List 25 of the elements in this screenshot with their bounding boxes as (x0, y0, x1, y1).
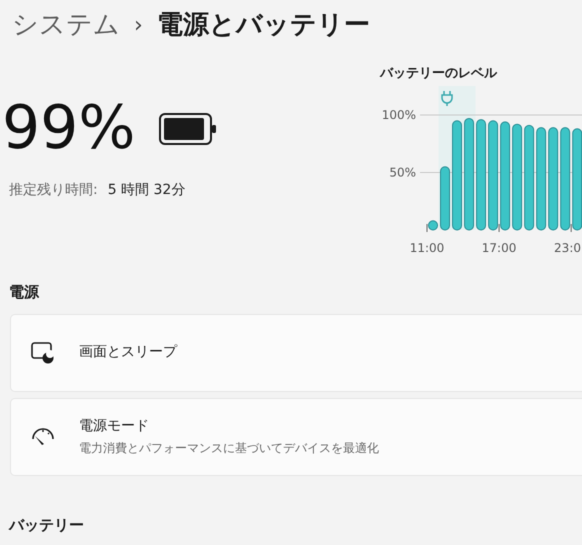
y-axis-label: 100% (382, 108, 416, 122)
y-axis-label: 50% (389, 166, 416, 180)
x-axis-label: 17:00 (482, 241, 516, 255)
display-moon-icon (31, 342, 55, 364)
card-title: 画面とスリープ (79, 343, 177, 362)
estimate-value: 5 時間 32分 (108, 181, 186, 200)
page-title: 電源とバッテリー (156, 8, 370, 42)
breadcrumb-link[interactable]: システム (12, 6, 120, 44)
battery-percent: 99% (2, 96, 136, 160)
settings-card[interactable]: 画面とスリープ (10, 314, 582, 392)
chart-title: バッテリーのレベル (378, 66, 497, 82)
section-heading: バッテリー (8, 514, 84, 536)
x-axis-label: 23:0 (554, 241, 581, 255)
card-title: 電源モード (79, 417, 150, 436)
settings-card[interactable]: 電源モード 電力消費とパフォーマンスに基づいてデバイスを最適化 (10, 398, 582, 476)
section-heading: 電源 (8, 282, 39, 303)
bar (440, 166, 450, 230)
bar (428, 220, 438, 230)
plug-icon (441, 90, 453, 107)
card-description: 電力消費とパフォーマンスに基づいてデバイスを最適化 (79, 440, 379, 457)
estimate-label: 推定残り時間: (9, 181, 98, 200)
breadcrumb-separator: › (134, 12, 143, 40)
gauge-icon (31, 428, 55, 446)
battery-icon (159, 113, 218, 145)
x-axis-label: 11:00 (410, 241, 444, 255)
